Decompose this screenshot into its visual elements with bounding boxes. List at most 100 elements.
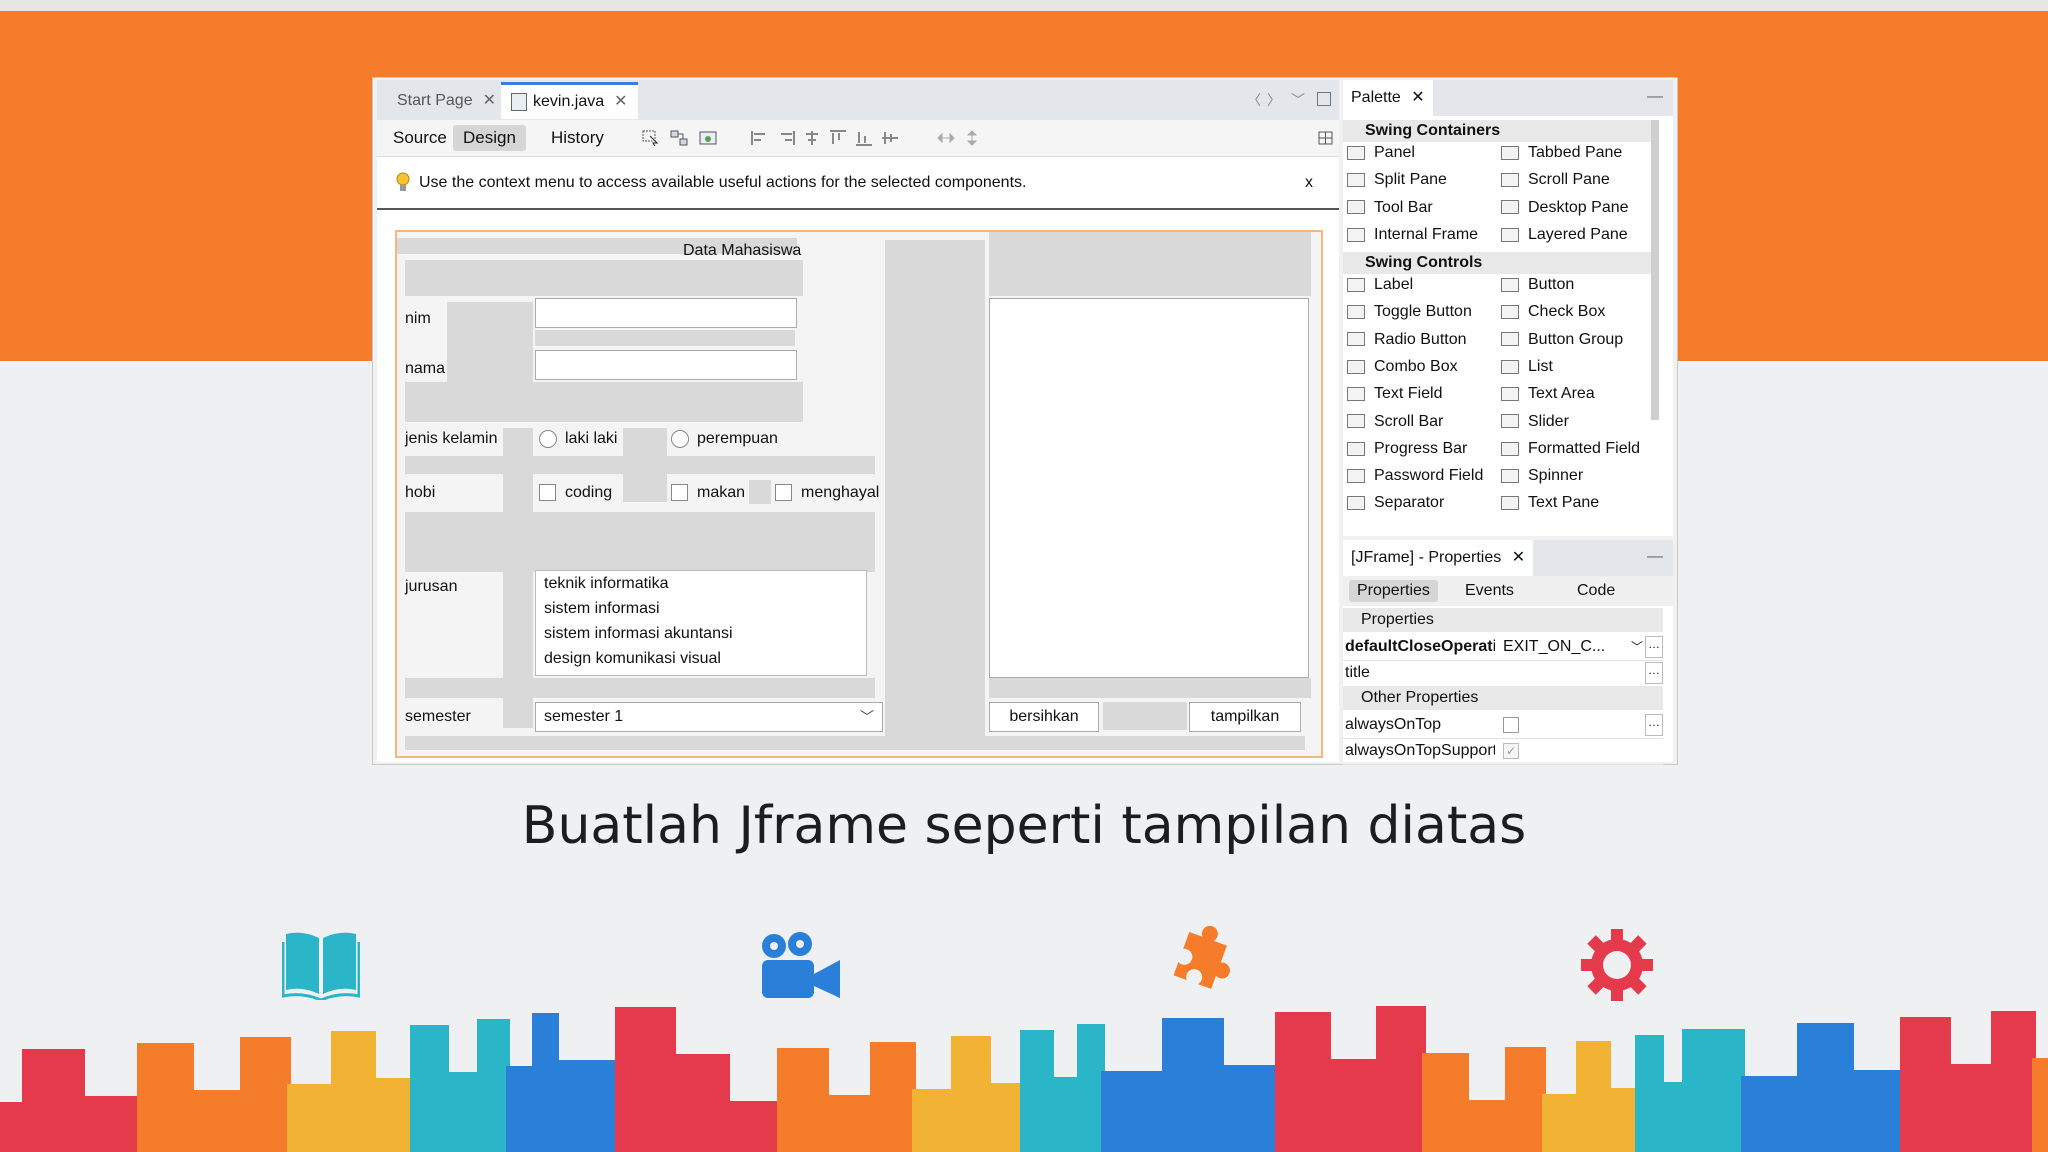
palette-item[interactable]: Internal Frame xyxy=(1347,224,1478,246)
chevron-down-icon[interactable]: ﹀ xyxy=(860,707,874,727)
property-checkbox[interactable] xyxy=(1503,717,1519,733)
preview-design-icon[interactable] xyxy=(699,130,717,146)
close-icon[interactable]: ✕ xyxy=(483,92,496,109)
nim-label[interactable]: nim xyxy=(405,310,431,328)
tab-properties[interactable]: Properties xyxy=(1349,580,1438,602)
palette-item[interactable]: Toggle Button xyxy=(1347,301,1472,323)
center-vertical-icon[interactable] xyxy=(881,130,899,146)
palette-scrollbar[interactable] xyxy=(1651,120,1659,420)
semester-combo[interactable]: semester 1 ﹀ xyxy=(535,702,883,732)
perempuan-label[interactable]: perempuan xyxy=(697,430,778,448)
nim-text-field[interactable] xyxy=(535,298,797,328)
history-button[interactable]: History xyxy=(541,125,614,151)
list-item[interactable]: design komunikasi visual xyxy=(544,650,721,668)
tab-events[interactable]: Events xyxy=(1457,580,1522,602)
output-text-area[interactable] xyxy=(989,298,1309,678)
tab-start-page[interactable]: Start Page ✕ xyxy=(387,84,506,118)
scroll-left-icon[interactable]: 〈 xyxy=(1247,90,1261,110)
palette-item[interactable]: Label xyxy=(1347,274,1413,296)
palette-section-controls[interactable]: Swing Controls xyxy=(1343,252,1653,274)
palette-item[interactable]: Scroll Pane xyxy=(1501,169,1610,191)
palette-section-containers[interactable]: Swing Containers xyxy=(1343,120,1653,142)
close-icon[interactable]: ✕ xyxy=(1411,89,1424,106)
grid-icon[interactable] xyxy=(1317,130,1335,146)
property-value[interactable]: EXIT_ON_C... xyxy=(1503,634,1633,660)
minimize-icon[interactable]: — xyxy=(1647,548,1663,566)
perempuan-radio[interactable] xyxy=(671,430,689,448)
close-icon[interactable]: ✕ xyxy=(614,93,627,110)
align-right-icon[interactable] xyxy=(777,130,795,146)
list-item[interactable]: teknik informatika xyxy=(544,575,669,593)
align-left-icon[interactable] xyxy=(751,130,769,146)
coding-label[interactable]: coding xyxy=(565,484,612,502)
chevron-down-icon[interactable]: ﹀ xyxy=(1631,634,1643,660)
makan-label[interactable]: makan xyxy=(697,484,745,502)
palette-item[interactable]: Combo Box xyxy=(1347,356,1458,378)
palette-item[interactable]: Text Pane xyxy=(1501,492,1599,514)
palette-item[interactable]: Tabbed Pane xyxy=(1501,142,1622,164)
laki-laki-label[interactable]: laki laki xyxy=(565,430,617,448)
resize-vertical-icon[interactable] xyxy=(963,130,981,146)
property-editor-button[interactable]: … xyxy=(1645,662,1663,684)
nama-text-field[interactable] xyxy=(535,350,797,380)
palette-item[interactable]: Spinner xyxy=(1501,465,1583,487)
palette-item[interactable]: Layered Pane xyxy=(1501,224,1628,246)
palette-item[interactable]: Text Field xyxy=(1347,383,1442,405)
palette-item[interactable]: Button xyxy=(1501,274,1574,296)
chevron-down-icon[interactable]: ﹀ xyxy=(1291,90,1305,110)
connection-mode-icon[interactable] xyxy=(670,130,688,146)
jurusan-list[interactable]: teknik informatika sistem informasi sist… xyxy=(535,570,867,676)
palette-item[interactable]: Desktop Pane xyxy=(1501,197,1629,219)
palette-item[interactable]: Slider xyxy=(1501,411,1569,433)
source-button[interactable]: Source xyxy=(383,125,457,151)
center-horizontal-icon[interactable] xyxy=(803,130,821,146)
tab-code[interactable]: Code xyxy=(1569,580,1623,602)
tab-kevin-java[interactable]: kevin.java ✕ xyxy=(501,82,638,119)
property-row[interactable]: alwaysOnTop … xyxy=(1343,712,1663,739)
menghayal-label[interactable]: menghayal xyxy=(801,484,879,502)
palette-item[interactable]: Separator xyxy=(1347,492,1444,514)
hobi-label[interactable]: hobi xyxy=(405,484,435,502)
resize-horizontal-icon[interactable] xyxy=(937,130,955,146)
property-checkbox[interactable]: ✓ xyxy=(1503,743,1519,759)
maximize-icon[interactable] xyxy=(1317,92,1331,106)
align-top-icon[interactable] xyxy=(829,130,847,146)
selection-mode-icon[interactable] xyxy=(642,130,660,146)
property-row[interactable]: title … xyxy=(1343,660,1663,687)
properties-section[interactable]: Properties xyxy=(1343,608,1663,632)
coding-checkbox[interactable] xyxy=(539,484,556,501)
property-row[interactable]: defaultCloseOperati EXIT_ON_C... ﹀ … xyxy=(1343,634,1663,661)
palette-item[interactable]: Formatted Field xyxy=(1501,438,1640,460)
list-item[interactable]: sistem informasi akuntansi xyxy=(544,625,733,643)
properties-tab[interactable]: [JFrame] - Properties ✕ xyxy=(1343,540,1534,576)
bersihkan-button[interactable]: bersihkan xyxy=(989,702,1099,732)
palette-item[interactable]: Panel xyxy=(1347,142,1415,164)
palette-item[interactable]: Button Group xyxy=(1501,329,1623,351)
jenis-kelamin-label[interactable]: jenis kelamin xyxy=(405,430,497,448)
close-icon[interactable]: ✕ xyxy=(1512,549,1525,566)
palette-item[interactable]: List xyxy=(1501,356,1553,378)
palette-item[interactable]: Check Box xyxy=(1501,301,1605,323)
laki-laki-radio[interactable] xyxy=(539,430,557,448)
jurusan-label[interactable]: jurusan xyxy=(405,578,457,596)
tampilkan-button[interactable]: tampilkan xyxy=(1189,702,1301,732)
property-editor-button[interactable]: … xyxy=(1645,714,1663,736)
property-editor-button[interactable]: … xyxy=(1645,636,1663,658)
design-canvas[interactable]: Data Mahasiswa nim nama jenis kelamin la… xyxy=(395,230,1323,758)
makan-checkbox[interactable] xyxy=(671,484,688,501)
palette-item[interactable]: Tool Bar xyxy=(1347,197,1433,219)
property-row[interactable]: alwaysOnTopSupport ✓ xyxy=(1343,738,1663,765)
palette-item[interactable]: Split Pane xyxy=(1347,169,1447,191)
palette-item[interactable]: Text Area xyxy=(1501,383,1595,405)
palette-item[interactable]: Scroll Bar xyxy=(1347,411,1443,433)
design-button[interactable]: Design xyxy=(453,125,526,151)
nama-label[interactable]: nama xyxy=(405,360,445,378)
palette-item[interactable]: Radio Button xyxy=(1347,329,1467,351)
scroll-right-icon[interactable]: 〉 xyxy=(1267,90,1281,110)
menghayal-checkbox[interactable] xyxy=(775,484,792,501)
form-title[interactable]: Data Mahasiswa xyxy=(683,242,801,260)
palette-item[interactable]: Progress Bar xyxy=(1347,438,1467,460)
palette-item[interactable]: Password Field xyxy=(1347,465,1483,487)
other-properties-section[interactable]: Other Properties xyxy=(1343,686,1663,710)
semester-label[interactable]: semester xyxy=(405,708,471,726)
